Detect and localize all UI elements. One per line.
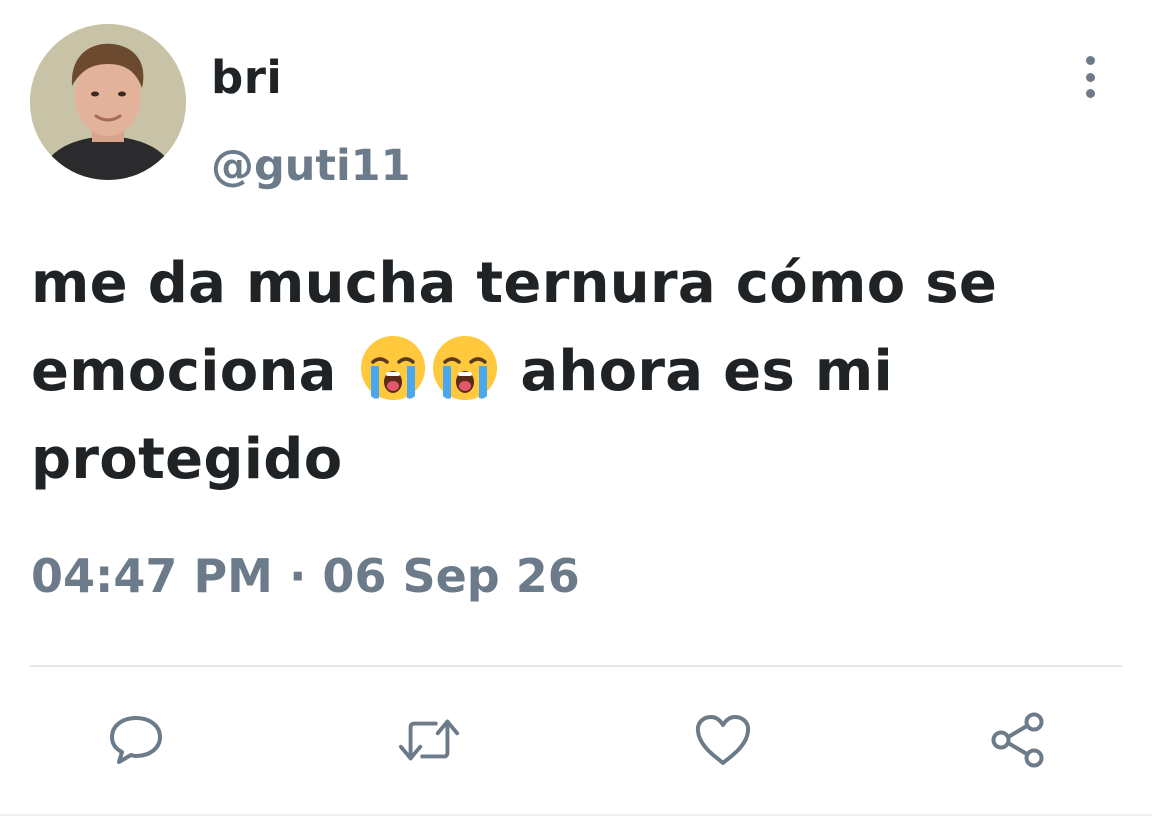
- display-name[interactable]: bri: [211, 50, 282, 106]
- heart-icon: [695, 715, 751, 765]
- more-dot: [1085, 89, 1095, 98]
- share-button[interactable]: [986, 708, 1050, 772]
- loudly-crying-face-icon: [357, 332, 429, 404]
- more-dot: [1085, 72, 1095, 82]
- tweet-timestamp[interactable]: 04:47 PM · 06 Sep 26: [31, 546, 580, 606]
- like-button[interactable]: [691, 708, 755, 772]
- divider: [30, 665, 1122, 667]
- avatar[interactable]: [30, 24, 186, 180]
- tweet-card: bri @guti11 me da mucha ternura cómo se …: [0, 0, 1152, 831]
- bottom-divider: [0, 814, 1152, 816]
- more-options-button[interactable]: [1068, 52, 1112, 102]
- retweet-icon: [398, 719, 460, 761]
- loudly-crying-face-icon: [429, 332, 501, 404]
- comment-bubble-icon: [110, 716, 162, 764]
- user-handle[interactable]: @guti11: [211, 138, 411, 194]
- share-icon: [991, 712, 1044, 768]
- retweet-button[interactable]: [397, 708, 461, 772]
- reply-button[interactable]: [104, 708, 168, 772]
- tweet-text: me da mucha ternura cómo se emociona aho…: [31, 240, 1091, 504]
- more-dot: [1085, 56, 1095, 65]
